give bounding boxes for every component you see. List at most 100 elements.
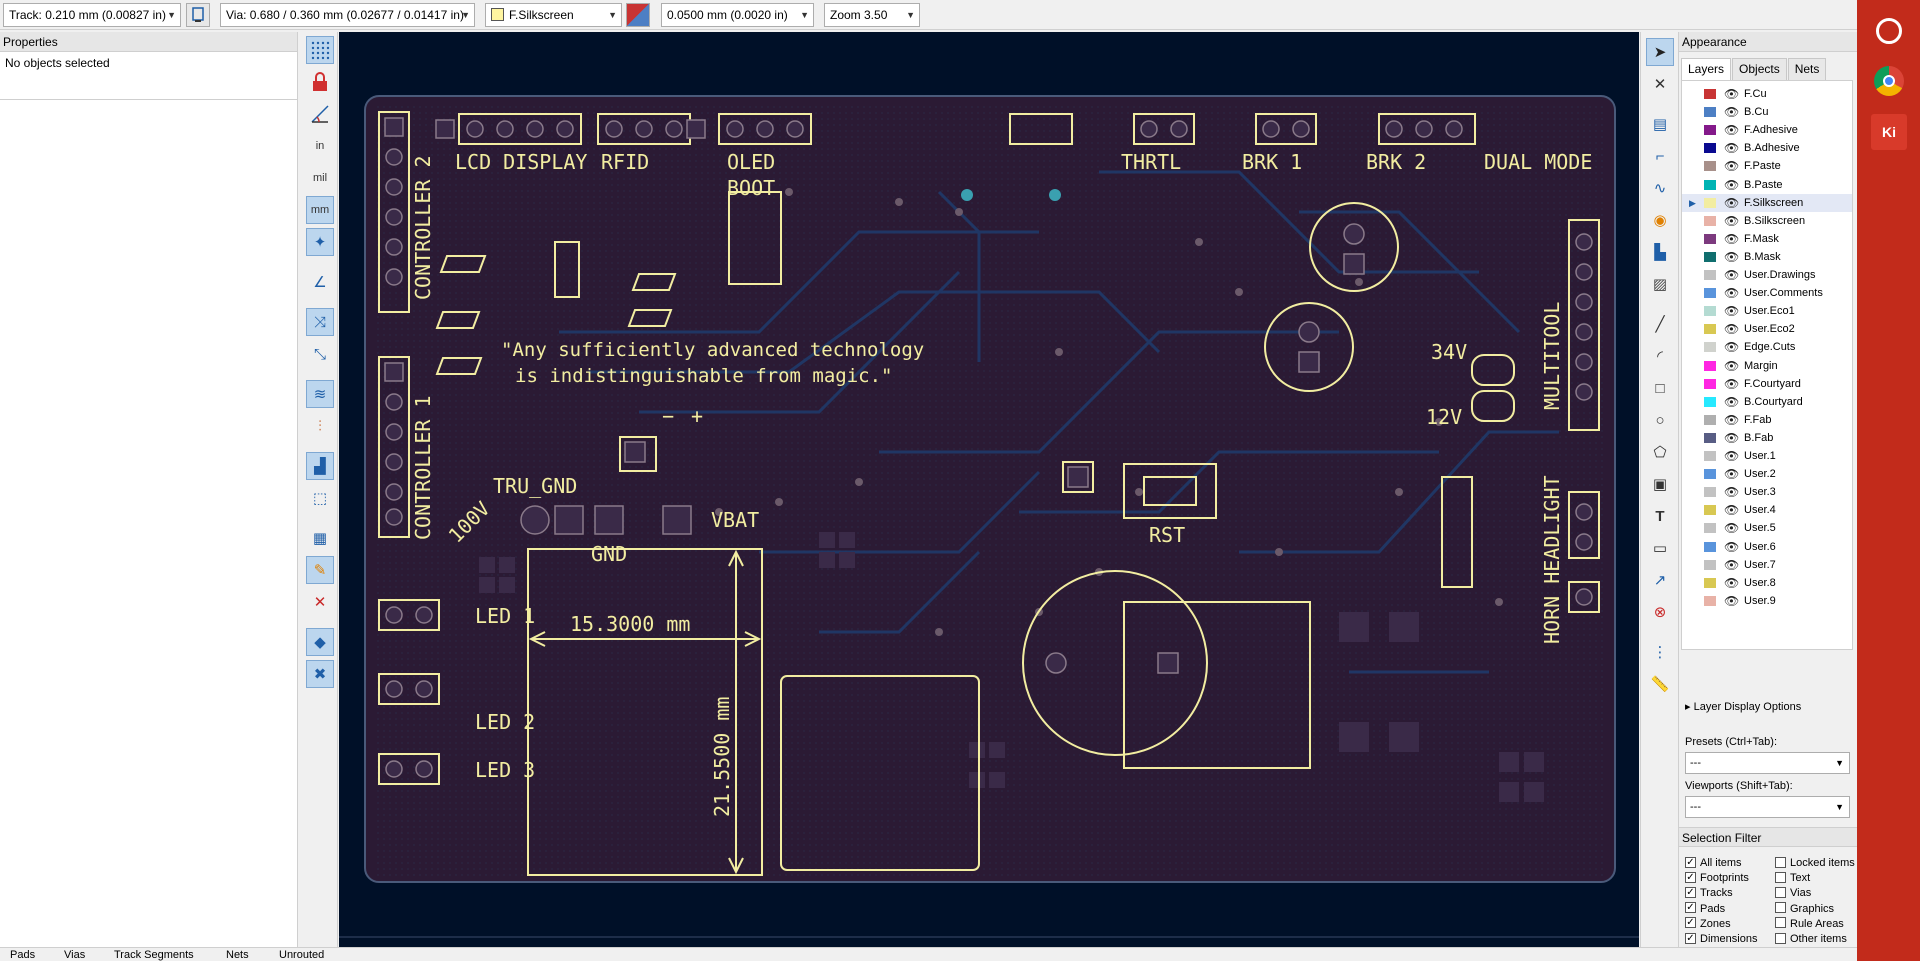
grid-origin-icon[interactable]: ⋮ xyxy=(1646,638,1674,666)
filter-checkbox[interactable]: ✓ Zones xyxy=(1685,917,1731,932)
layer-row[interactable]: 👁 User.5 xyxy=(1682,519,1852,537)
visibility-eye-icon[interactable]: 👁 xyxy=(1724,302,1739,320)
layer-row[interactable]: ▶ 👁 F.Silkscreen xyxy=(1682,193,1852,212)
filter-checkbox[interactable]: Vias xyxy=(1775,886,1811,901)
zone-outline-icon[interactable]: ⬚ xyxy=(306,484,334,512)
filter-checkbox[interactable]: ✓ Pads xyxy=(1685,902,1725,917)
tab-nets[interactable]: Nets xyxy=(1787,58,1827,80)
layer-row[interactable]: 👁 F.Fab xyxy=(1682,411,1852,429)
visibility-eye-icon[interactable]: 👁 xyxy=(1724,248,1739,266)
pad-outline-icon[interactable]: ▦ xyxy=(306,524,334,552)
tab-objects[interactable]: Objects xyxy=(1732,58,1787,80)
add-footprint-icon[interactable]: ▤ xyxy=(1646,110,1674,138)
angle-snap-icon[interactable]: ∠ xyxy=(306,268,334,296)
local-ratsnest-icon[interactable]: ✕ xyxy=(1646,70,1674,98)
layer-color-swatch[interactable] xyxy=(1704,505,1716,516)
filter-checkbox[interactable]: Rule Areas xyxy=(1775,917,1844,932)
via-size-select[interactable]: Via: 0.680 / 0.360 mm (0.02677 / 0.01417… xyxy=(220,3,475,27)
zone-fill-icon[interactable]: ▟ xyxy=(306,452,334,480)
net-color-icon[interactable]: ≋ xyxy=(306,380,334,408)
layer-row[interactable]: 👁 User.2 xyxy=(1682,465,1852,483)
layer-row[interactable]: 👁 User.7 xyxy=(1682,556,1852,574)
visibility-eye-icon[interactable]: 👁 xyxy=(1724,194,1739,212)
measure-tool-icon[interactable]: 📏 xyxy=(1646,670,1674,698)
filter-checkbox[interactable]: Locked items xyxy=(1775,856,1855,871)
add-dimension-icon[interactable]: ↗ xyxy=(1646,566,1674,594)
layer-row[interactable]: 👁 F.Mask xyxy=(1682,230,1852,248)
layer-row[interactable]: 👁 B.Fab xyxy=(1682,429,1852,447)
grid-select[interactable]: 0.0500 mm (0.0020 in) ▼ xyxy=(661,3,814,27)
add-text-icon[interactable]: T xyxy=(1646,502,1674,530)
layer-color-swatch[interactable] xyxy=(1704,414,1716,425)
layer-row[interactable]: 👁 User.Eco1 xyxy=(1682,302,1852,320)
layer-row[interactable]: 👁 User.Comments xyxy=(1682,284,1852,302)
visibility-eye-icon[interactable]: 👁 xyxy=(1724,338,1739,356)
layer-color-swatch[interactable] xyxy=(1704,469,1716,480)
layer-color-swatch[interactable] xyxy=(1704,306,1716,317)
visibility-eye-icon[interactable]: 👁 xyxy=(1724,357,1739,375)
layer-color-swatch[interactable] xyxy=(1704,179,1716,190)
layer-row[interactable]: 👁 F.Adhesive xyxy=(1682,121,1852,139)
filter-checkbox[interactable]: ✓ Tracks xyxy=(1685,886,1733,901)
layer-color-swatch[interactable] xyxy=(1704,288,1716,299)
filter-checkbox[interactable]: ✓ Footprints xyxy=(1685,871,1749,886)
add-via-icon[interactable]: ◉ xyxy=(1646,206,1674,234)
add-textbox-icon[interactable]: ▭ xyxy=(1646,534,1674,562)
layer-row[interactable]: 👁 User.Eco2 xyxy=(1682,320,1852,338)
visibility-eye-icon[interactable]: 👁 xyxy=(1724,501,1739,519)
delete-tool-icon[interactable]: ⊗ xyxy=(1646,598,1674,626)
layer-row[interactable]: 👁 User.1 xyxy=(1682,447,1852,465)
highlight-net-icon[interactable]: ✎ xyxy=(306,556,334,584)
layer-select[interactable]: F.Silkscreen ▼ xyxy=(485,3,622,27)
visibility-eye-icon[interactable]: 👁 xyxy=(1724,483,1739,501)
visibility-eye-icon[interactable]: 👁 xyxy=(1724,157,1739,175)
visibility-eye-icon[interactable]: 👁 xyxy=(1724,266,1739,284)
visibility-eye-icon[interactable]: 👁 xyxy=(1724,393,1739,411)
visibility-eye-icon[interactable]: 👁 xyxy=(1724,375,1739,393)
layer-color-swatch[interactable] xyxy=(1704,251,1716,262)
track-width-select[interactable]: Track: 0.210 mm (0.00827 in) ▼ xyxy=(3,3,181,27)
visibility-eye-icon[interactable]: 👁 xyxy=(1724,230,1739,248)
route-track-icon[interactable]: ⌐ xyxy=(1646,142,1674,170)
units-mm-icon[interactable]: mm xyxy=(306,196,334,224)
select-tool-icon[interactable]: ➤ xyxy=(1646,38,1674,66)
layer-row[interactable]: 👁 F.Paste xyxy=(1682,157,1852,175)
layer-color-swatch[interactable] xyxy=(1704,233,1716,244)
layer-color-swatch[interactable] xyxy=(1704,143,1716,154)
layer-row[interactable]: 👁 Edge.Cuts xyxy=(1682,338,1852,356)
tab-layers[interactable]: Layers xyxy=(1681,58,1732,80)
kicad-taskbar-icon[interactable]: Ki xyxy=(1871,114,1907,150)
visibility-eye-icon[interactable]: 👁 xyxy=(1724,212,1739,230)
layer-row[interactable]: 👁 B.Mask xyxy=(1682,248,1852,266)
layer-color-swatch[interactable] xyxy=(1704,559,1716,570)
layer-display-options[interactable]: ▸ Layer Display Options xyxy=(1685,700,1801,713)
visibility-eye-icon[interactable]: 👁 xyxy=(1724,429,1739,447)
visibility-eye-icon[interactable]: 👁 xyxy=(1724,556,1739,574)
viewports-select[interactable]: --- ▼ xyxy=(1685,796,1850,818)
filter-checkbox[interactable]: ✓ All items xyxy=(1685,856,1742,871)
layer-color-swatch[interactable] xyxy=(1704,324,1716,335)
units-mils-icon[interactable]: mil xyxy=(306,164,334,192)
units-inches-icon[interactable]: in xyxy=(306,132,334,160)
layer-color-swatch[interactable] xyxy=(1704,342,1716,353)
chrome-icon[interactable] xyxy=(1874,66,1904,96)
layer-color-swatch[interactable] xyxy=(1704,451,1716,461)
draw-circle-icon[interactable]: ○ xyxy=(1646,406,1674,434)
layer-color-swatch[interactable] xyxy=(1704,197,1716,208)
drc-markers-icon[interactable]: ✕ xyxy=(306,588,334,616)
add-image-icon[interactable]: ▣ xyxy=(1646,470,1674,498)
polar-coords-icon[interactable] xyxy=(306,100,334,128)
grid-toggle-icon[interactable] xyxy=(306,36,334,64)
layer-color-swatch[interactable] xyxy=(1704,541,1716,552)
layer-row[interactable]: 👁 B.Cu xyxy=(1682,103,1852,121)
layers-manager-icon[interactable]: ◆ xyxy=(306,628,334,656)
layer-color-swatch[interactable] xyxy=(1704,89,1716,99)
visibility-eye-icon[interactable]: 👁 xyxy=(1724,538,1739,556)
visibility-eye-icon[interactable]: 👁 xyxy=(1724,320,1739,338)
visibility-eye-icon[interactable]: 👁 xyxy=(1724,176,1739,194)
layer-row[interactable]: 👁 User.3 xyxy=(1682,483,1852,501)
visibility-eye-icon[interactable]: 👁 xyxy=(1724,284,1739,302)
properties-panel-icon[interactable]: ✖ xyxy=(306,660,334,688)
visibility-eye-icon[interactable]: 👁 xyxy=(1724,592,1739,610)
visibility-eye-icon[interactable]: 👁 xyxy=(1724,139,1739,157)
